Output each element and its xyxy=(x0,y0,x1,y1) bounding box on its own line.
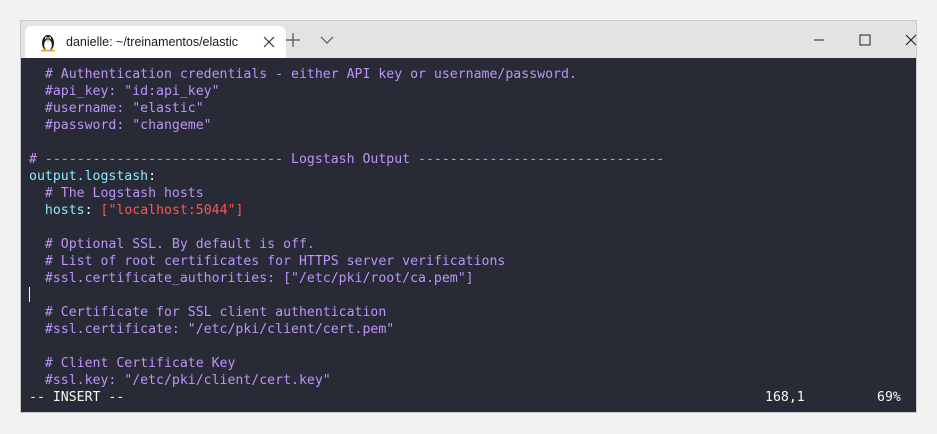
code-line: #password: "changeme" xyxy=(29,118,212,133)
vim-mode-indicator: -- INSERT -- xyxy=(29,390,125,405)
terminal-tab[interactable]: danielle: ~/treinamentos/elastic xyxy=(25,26,286,58)
code-line: # Optional SSL. By default is off. xyxy=(29,237,315,252)
title-bar: danielle: ~/treinamentos/elastic xyxy=(21,21,916,58)
code-line: # List of root certificates for HTTPS se… xyxy=(29,254,506,269)
minimize-button[interactable] xyxy=(807,29,831,51)
cursor-position: 168,1 xyxy=(765,390,805,405)
code-line: #ssl.key: "/etc/pki/client/cert.key" xyxy=(29,373,331,388)
code-line: # Certificate for SSL client authenticat… xyxy=(29,305,387,320)
maximize-button[interactable] xyxy=(853,29,877,51)
scroll-percent: 69% xyxy=(877,390,901,405)
code-line: #username: "elastic" xyxy=(29,101,204,116)
maximize-icon xyxy=(859,34,871,46)
yaml-key: hosts xyxy=(44,203,85,218)
close-window-button[interactable] xyxy=(899,29,916,51)
tab-dropdown-button[interactable] xyxy=(315,29,339,51)
linux-tux-icon xyxy=(41,35,55,52)
section-header-line: # ------------------------------ Logstas… xyxy=(29,152,665,167)
terminal-window: danielle: ~/treinamentos/elastic # Authe… xyxy=(20,20,917,413)
code-line: hosts: ["localhost:5044"] xyxy=(29,202,244,219)
yaml-colon: : xyxy=(84,203,101,218)
text-cursor xyxy=(29,287,30,302)
code-line: output.logstash: xyxy=(29,168,156,185)
code-line: #api_key: "id:api_key" xyxy=(29,84,220,99)
plus-icon xyxy=(286,33,300,47)
yaml-key: output.logstash xyxy=(29,169,149,184)
tab-close-button[interactable] xyxy=(260,33,278,51)
code-line: # Authentication credentials - either AP… xyxy=(29,67,577,82)
close-icon xyxy=(905,34,916,46)
new-tab-button[interactable] xyxy=(281,29,305,51)
yaml-colon: : xyxy=(148,169,157,184)
code-line: #ssl.certificate_authorities: ["/etc/pki… xyxy=(29,271,474,286)
bracket-close: ] xyxy=(235,203,244,218)
minimize-icon xyxy=(814,39,824,41)
code-line: # Client Certificate Key xyxy=(29,356,236,371)
close-icon xyxy=(263,36,275,48)
code-line: # The Logstash hosts xyxy=(29,186,204,201)
yaml-string: "localhost:5044" xyxy=(108,203,236,218)
code-line: #ssl.certificate: "/etc/pki/client/cert.… xyxy=(29,322,395,337)
tab-title: danielle: ~/treinamentos/elastic xyxy=(66,35,238,49)
chevron-down-icon xyxy=(320,36,334,44)
terminal-buffer[interactable]: # Authentication credentials - either AP… xyxy=(21,58,916,412)
